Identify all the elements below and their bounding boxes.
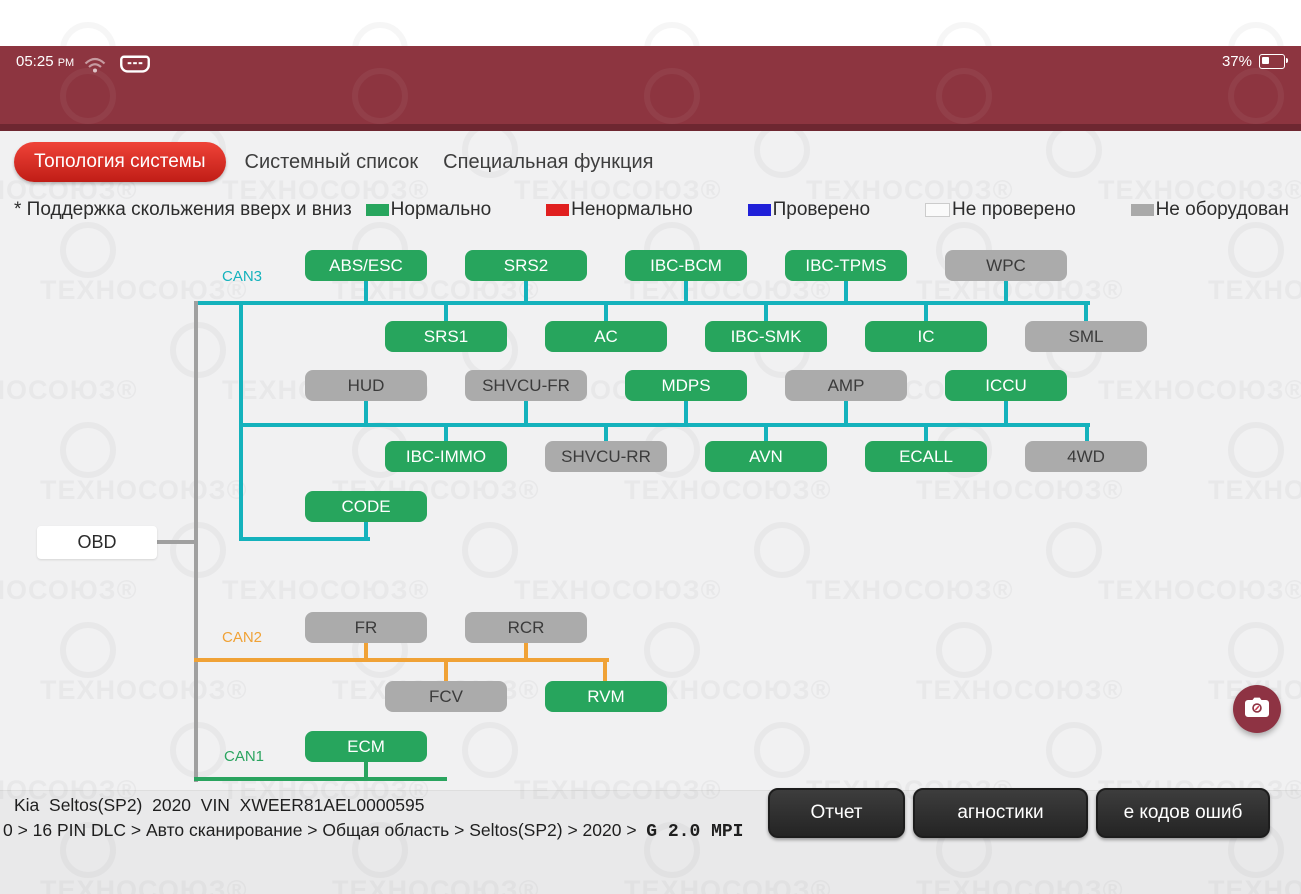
- topology-node-obd[interactable]: OBD: [37, 526, 157, 559]
- topology-node-ibc-tpms[interactable]: IBC-TPMS: [785, 250, 907, 281]
- topology-node-shvcu-fr[interactable]: SHVCU-FR: [465, 370, 587, 401]
- topology-node-hud[interactable]: HUD: [305, 370, 427, 401]
- camera-icon: [1244, 696, 1270, 723]
- topology-node-rcr[interactable]: RCR: [465, 612, 587, 643]
- topology-node-sml[interactable]: SML: [1025, 321, 1147, 352]
- legend-color-swatch: [925, 203, 950, 217]
- legend: * Поддержка скольжения вверх и вниз Норм…: [14, 199, 1289, 221]
- legend-color-swatch: [748, 204, 771, 216]
- tabs: Топология системы Системный список Специал…: [14, 141, 659, 183]
- topology-node-iccu[interactable]: ICCU: [945, 370, 1067, 401]
- topology-node-ic[interactable]: IC: [865, 321, 987, 352]
- legend-note: * Поддержка скольжения вверх и вниз: [14, 199, 352, 221]
- header-bar: ТЕХНОСОЮЗ®ТЕХНОСОЮЗ®ТЕХНОСОЮЗ®ТЕХНОСОЮЗ®…: [0, 46, 1301, 124]
- topology-node-shvcu-rr[interactable]: SHVCU-RR: [545, 441, 667, 472]
- topology-node-mdps[interactable]: MDPS: [625, 370, 747, 401]
- legend-item-не-оборудован: Не оборудован: [1131, 199, 1289, 221]
- battery-percent: 37%: [1222, 53, 1252, 70]
- legend-item-ненормально: Ненормально: [546, 199, 693, 221]
- legend-item-нормально: Нормально: [366, 199, 492, 221]
- topology-node-wpc[interactable]: WPC: [945, 250, 1067, 281]
- topology-node-ecm[interactable]: ECM: [305, 731, 427, 762]
- header-watermark: ТЕХНОСОЮЗ®ТЕХНОСОЮЗ®ТЕХНОСОЮЗ®ТЕХНОСОЮЗ®…: [0, 46, 1301, 124]
- footer-button-агностики[interactable]: агностики: [913, 788, 1088, 838]
- topology-node-srs1[interactable]: SRS1: [385, 321, 507, 352]
- topology-node-ibc-bcm[interactable]: IBC-BCM: [625, 250, 747, 281]
- topology-node-ibc-smk[interactable]: IBC-SMK: [705, 321, 827, 352]
- content-background: [0, 131, 1301, 894]
- tab-системный-список[interactable]: Системный список: [239, 151, 425, 174]
- legend-color-swatch: [366, 204, 389, 216]
- tab-специальная-функция[interactable]: Специальная функция: [437, 151, 659, 174]
- topology-node-ecall[interactable]: ECALL: [865, 441, 987, 472]
- topology-node-4wd[interactable]: 4WD: [1025, 441, 1147, 472]
- diagnostic-app: ТЕХНОСОЮЗ®ТЕХНОСОЮЗ®ТЕХНОСОЮЗ®ТЕХНОСОЮЗ®…: [0, 0, 1301, 894]
- status-time: 05:25 PM: [16, 53, 74, 70]
- footer-button-е-кодов-ошиб[interactable]: е кодов ошиб: [1096, 788, 1270, 838]
- header-shadow-strip: [0, 124, 1301, 131]
- battery-icon: [1259, 54, 1285, 69]
- topology-node-code[interactable]: CODE: [305, 491, 427, 522]
- topology-node-ac[interactable]: AC: [545, 321, 667, 352]
- wifi-icon: [84, 57, 106, 78]
- legend-items: Нормально Ненормально Проверено Не проверен…: [366, 199, 1289, 221]
- obd-connector-icon: [118, 54, 152, 81]
- topology-node-srs2[interactable]: SRS2: [465, 250, 587, 281]
- topology-node-abs-esc[interactable]: ABS/ESC: [305, 250, 427, 281]
- topology-node-amp[interactable]: AMP: [785, 370, 907, 401]
- legend-color-swatch: [1131, 204, 1154, 216]
- topology-node-avn[interactable]: AVN: [705, 441, 827, 472]
- legend-color-swatch: [546, 204, 569, 216]
- legend-item-не-проверено: Не проверено: [925, 199, 1076, 221]
- screenshot-fab[interactable]: [1233, 685, 1281, 733]
- topology-node-fcv[interactable]: FCV: [385, 681, 507, 712]
- footer-buttons: Отчетагностикие кодов ошиб: [0, 788, 1301, 838]
- tab-топология-системы[interactable]: Топология системы: [14, 142, 226, 182]
- topology-node-fr[interactable]: FR: [305, 612, 427, 643]
- topology-node-ibc-immo[interactable]: IBC-IMMO: [385, 441, 507, 472]
- footer-button-отчет[interactable]: Отчет: [768, 788, 905, 838]
- legend-item-проверено: Проверено: [748, 199, 870, 221]
- topology-node-rvm[interactable]: RVM: [545, 681, 667, 712]
